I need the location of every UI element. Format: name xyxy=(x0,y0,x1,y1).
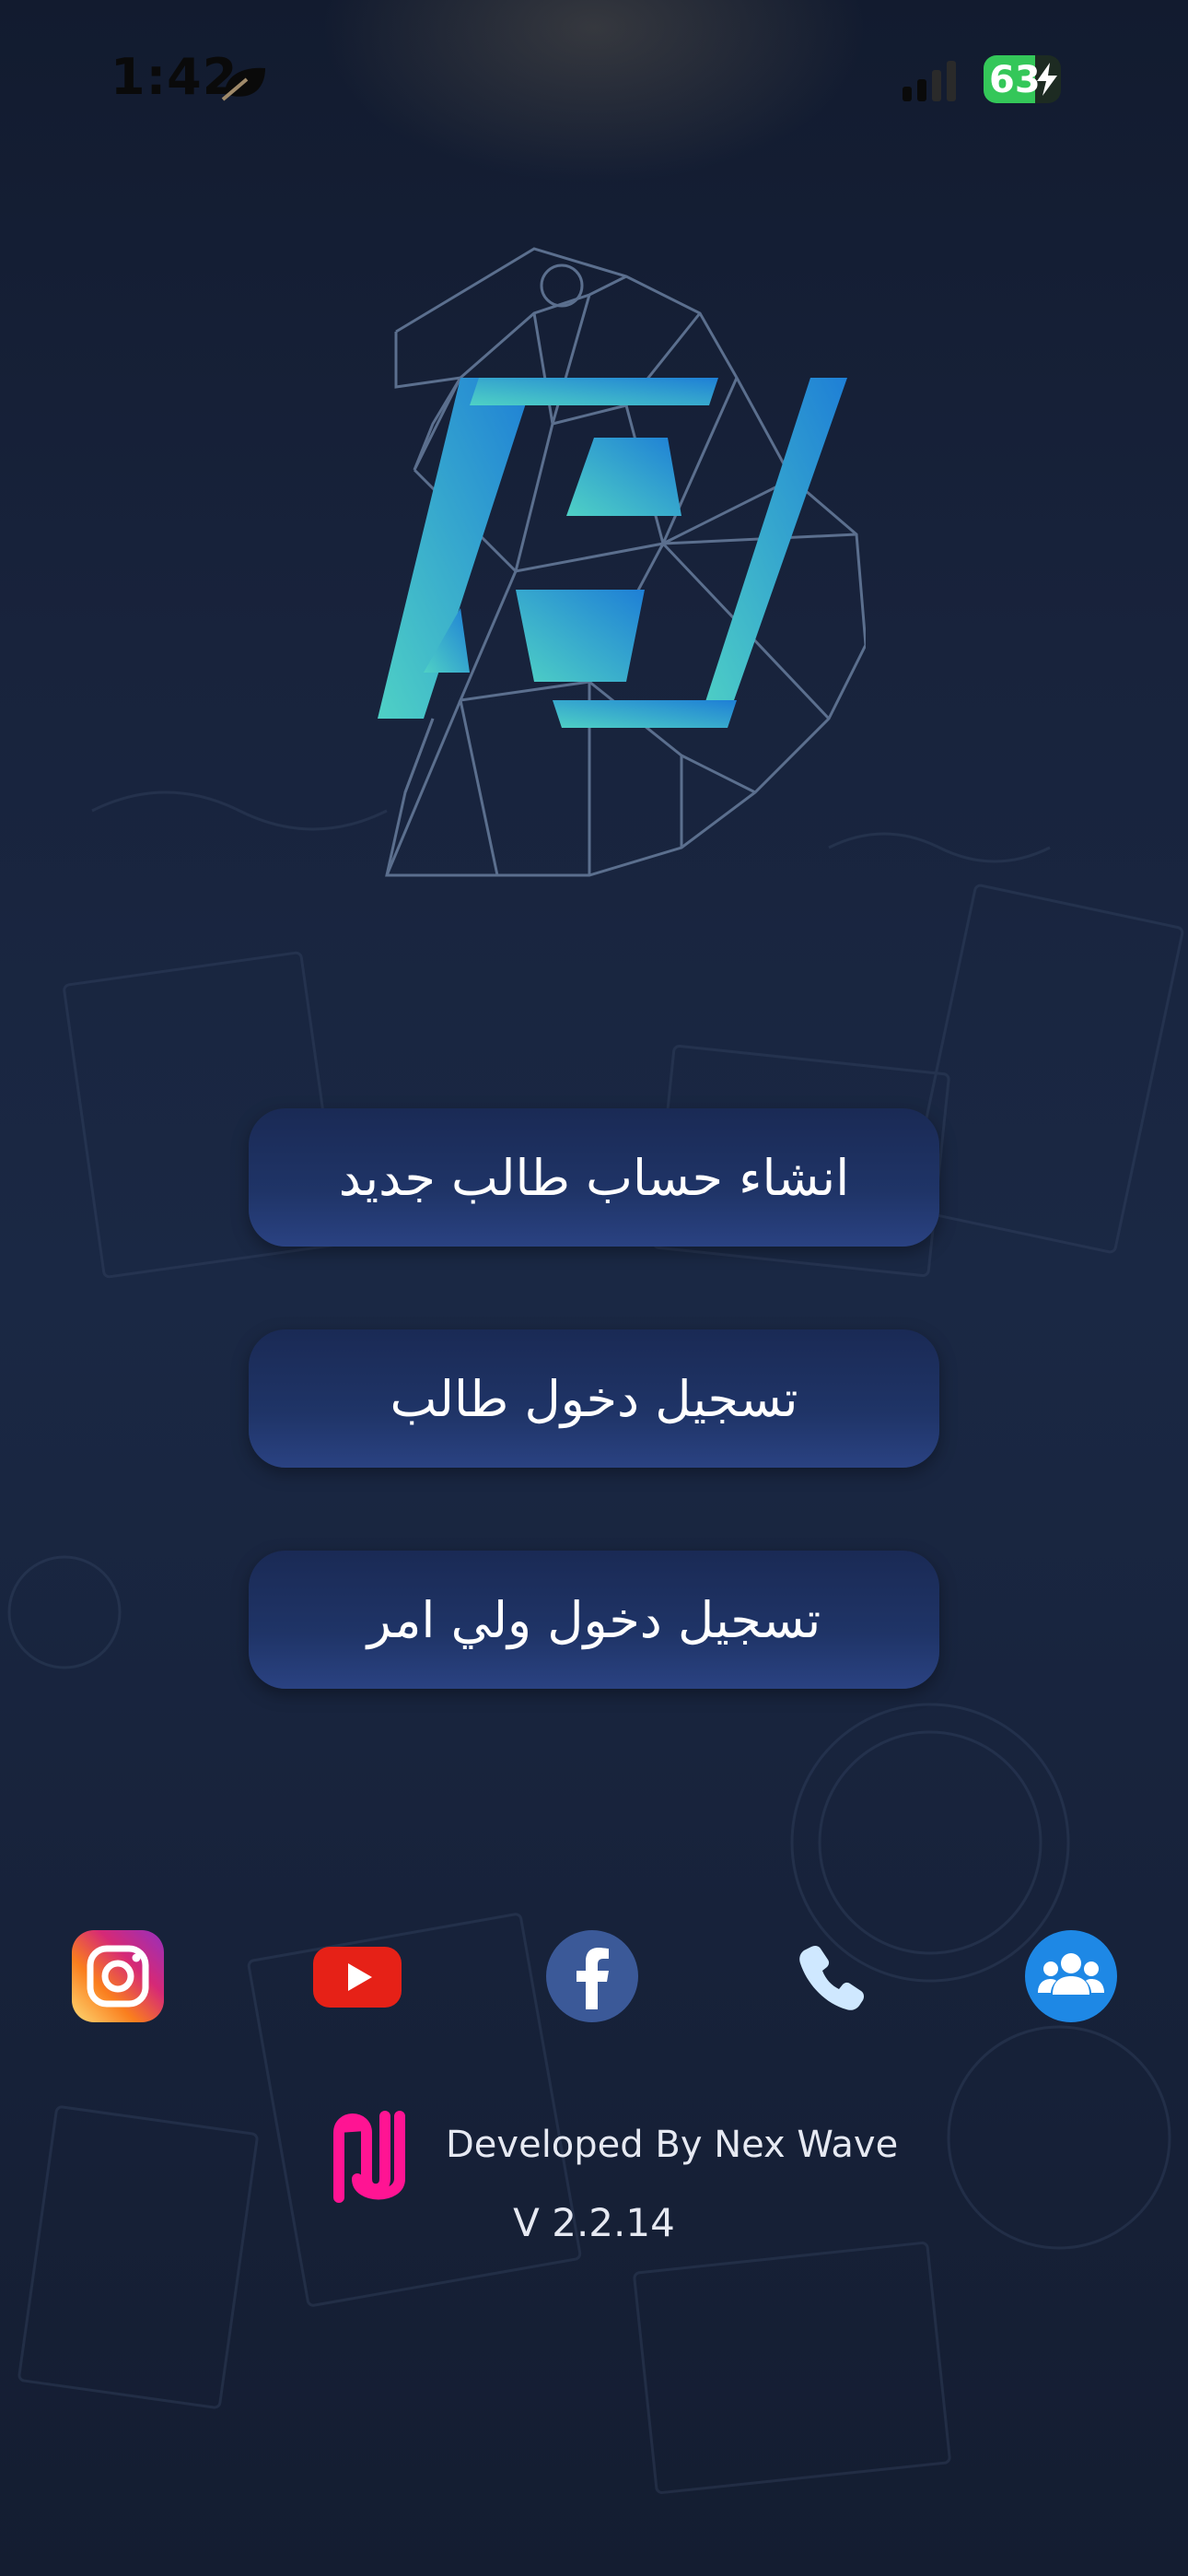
instagram-icon[interactable] xyxy=(72,1930,164,2022)
create-student-account-label: انشاء حساب طالب جديد xyxy=(338,1148,850,1207)
app-version: V 2.2.14 xyxy=(513,2200,675,2245)
developer-credit: Developed By Nex Wave xyxy=(446,2124,899,2166)
app-screen: 1:42 63 انشاء حساب طالب جديد تسجيل دخول … xyxy=(0,0,1188,2576)
student-login-button[interactable]: تسجيل دخول طالب xyxy=(249,1329,939,1468)
parent-login-label: تسجيل دخول ولي امر xyxy=(367,1590,821,1649)
parent-login-button[interactable]: تسجيل دخول ولي امر xyxy=(249,1551,939,1689)
nexwave-logo-icon xyxy=(333,2111,405,2203)
phone-icon[interactable] xyxy=(786,1930,878,2022)
eagle-logo-icon xyxy=(378,247,866,877)
battery-level: 63 xyxy=(989,59,1041,101)
cellular-signal-icon xyxy=(903,61,956,101)
battery-indicator: 63 xyxy=(984,55,1066,103)
group-icon[interactable] xyxy=(1025,1930,1117,2022)
status-bar: 1:42 63 xyxy=(0,0,1188,157)
create-student-account-button[interactable]: انشاء حساب طالب جديد xyxy=(249,1108,939,1247)
bolt-icon xyxy=(1037,63,1057,96)
youtube-icon[interactable] xyxy=(311,1930,403,2022)
facebook-icon[interactable] xyxy=(546,1930,638,2022)
student-login-label: تسجيل دخول طالب xyxy=(390,1369,798,1428)
leaf-focus-icon xyxy=(221,67,265,101)
